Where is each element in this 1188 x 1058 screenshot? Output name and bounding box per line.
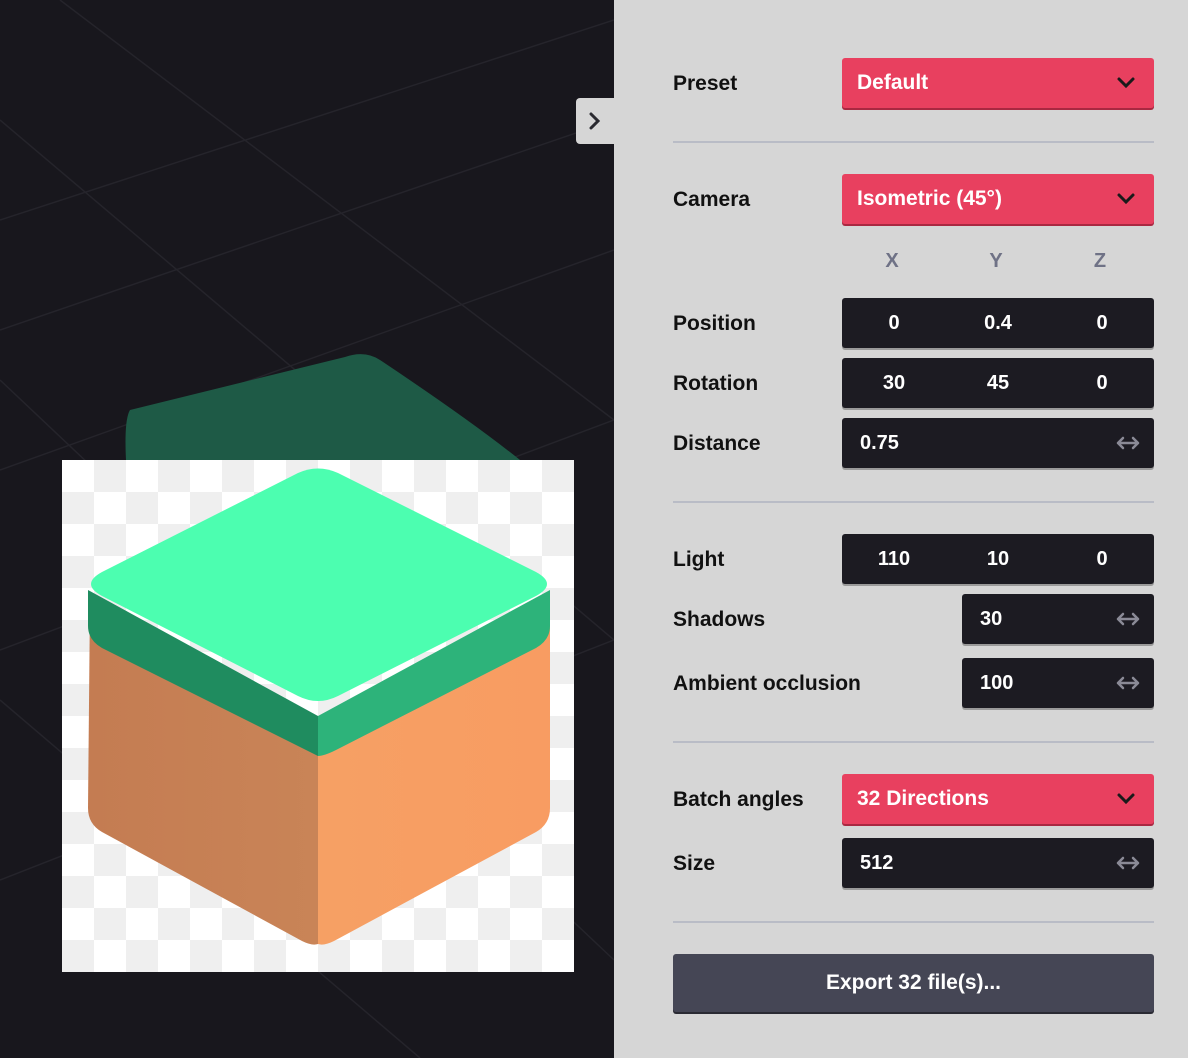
preset-select[interactable]: Default [842,58,1154,108]
distance-slider[interactable]: 0.75 [842,418,1154,468]
chevron-down-icon [1117,193,1135,205]
divider [673,741,1154,743]
batch-angles-select[interactable]: 32 Directions [842,774,1154,824]
chevron-down-icon [1117,77,1135,89]
position-y-field[interactable]: 0.4 [946,298,1050,348]
position-z-field[interactable]: 0 [1050,298,1154,348]
batch-angles-value: 32 Directions [857,787,989,810]
panel-toggle-button[interactable] [576,98,614,144]
ambient-occlusion-value: 100 [980,671,1014,694]
position-fields: 0 0.4 0 [842,298,1154,348]
position-row: Position 0 0.4 0 [673,298,1154,350]
light-x-field[interactable]: 110 [842,534,946,584]
rotation-row: Rotation 30 45 0 [673,358,1154,410]
horizontal-drag-arrows-icon [1116,436,1140,450]
preset-row: Preset Default [673,58,1154,110]
rotation-y-field[interactable]: 45 [946,358,1050,408]
preset-value: Default [857,71,929,94]
chevron-down-icon [1117,793,1135,805]
distance-row: Distance 0.75 [673,418,1154,470]
ambient-occlusion-slider[interactable]: 100 [962,658,1154,708]
batch-angles-label: Batch angles [673,788,804,811]
axis-z-header: Z [1093,250,1107,272]
position-x-field[interactable]: 0 [842,298,946,348]
batch-angles-row: Batch angles 32 Directions [673,774,1154,826]
size-label: Size [673,852,716,875]
settings-panel: Preset Default Camera Isometric (45°) X … [614,0,1188,1058]
axis-y-header: Y [989,250,1003,272]
divider [673,141,1154,143]
light-label: Light [673,548,725,571]
distance-label: Distance [673,432,761,455]
export-button[interactable]: Export 32 file(s)... [673,954,1154,1012]
cube-preview-graphic [88,468,550,945]
divider [673,501,1154,503]
rotation-x-field[interactable]: 30 [842,358,946,408]
scene-cube [125,354,520,460]
axis-x-header: X [885,250,899,272]
camera-value: Isometric (45°) [857,187,1002,210]
size-value: 512 [860,851,894,874]
ambient-occlusion-row: Ambient occlusion 100 [673,658,1154,710]
size-slider[interactable]: 512 [842,838,1154,888]
rotation-fields: 30 45 0 [842,358,1154,408]
sprite-preview [62,460,574,972]
camera-select[interactable]: Isometric (45°) [842,174,1154,224]
preset-label: Preset [673,72,738,95]
shadows-value: 30 [980,607,1003,630]
shadows-row: Shadows 30 [673,594,1154,646]
position-label: Position [673,312,756,335]
light-fields: 110 10 0 [842,534,1154,584]
shadows-label: Shadows [673,608,766,631]
rotation-label: Rotation [673,372,759,395]
chevron-right-icon [589,112,601,130]
horizontal-drag-arrows-icon [1116,676,1140,690]
ambient-occlusion-label: Ambient occlusion [673,672,861,695]
horizontal-drag-arrows-icon [1116,612,1140,626]
rotation-z-field[interactable]: 0 [1050,358,1154,408]
horizontal-drag-arrows-icon [1116,856,1140,870]
size-row: Size 512 [673,838,1154,890]
light-row: Light 110 10 0 [673,534,1154,586]
shadows-slider[interactable]: 30 [962,594,1154,644]
3d-viewport[interactable] [0,0,614,1058]
light-z-field[interactable]: 0 [1050,534,1154,584]
camera-label: Camera [673,188,751,211]
camera-row: Camera Isometric (45°) [673,174,1154,226]
light-y-field[interactable]: 10 [946,534,1050,584]
distance-value: 0.75 [860,431,899,454]
divider [673,921,1154,923]
